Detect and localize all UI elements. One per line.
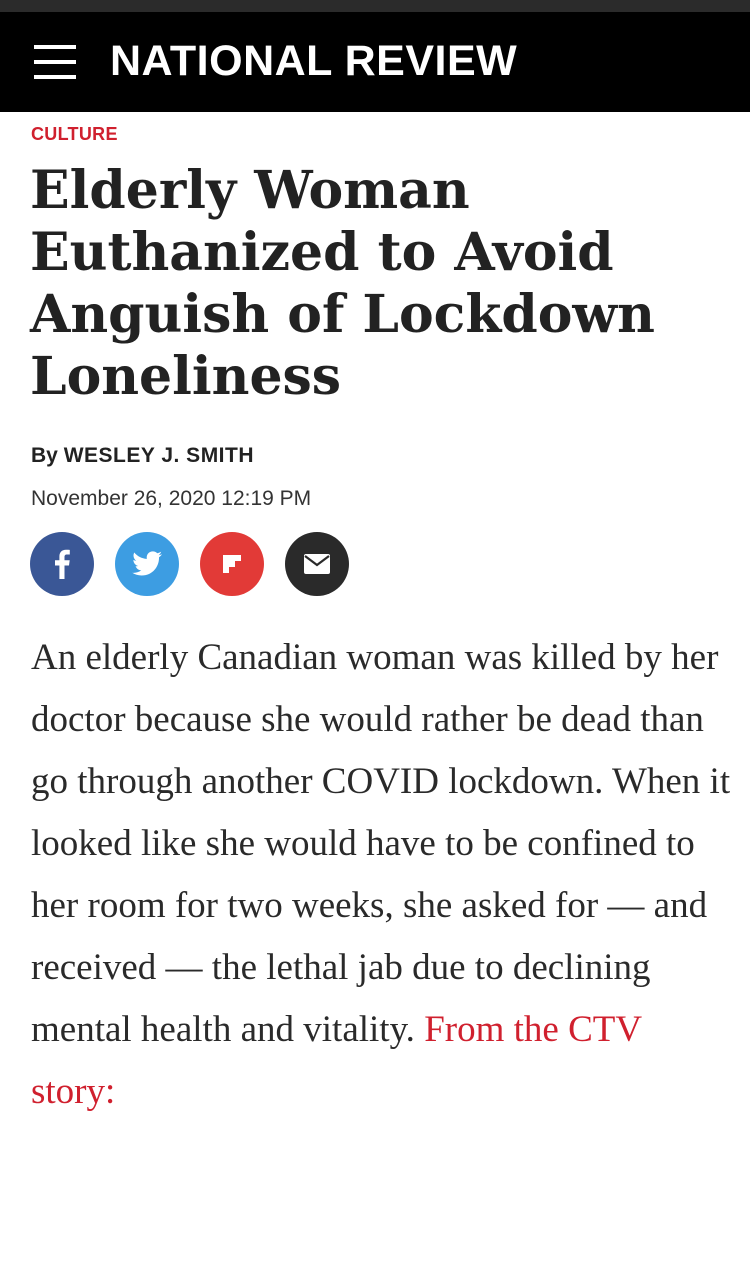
article-body: An elderly Canadian woman was killed by …	[31, 627, 731, 1123]
byline-prefix: By	[31, 444, 58, 467]
article-body-text: An elderly Canadian woman was killed by …	[31, 637, 731, 1050]
twitter-icon	[132, 551, 162, 576]
site-logo[interactable]: NATIONAL REVIEW	[110, 36, 517, 86]
byline: By WESLEY J. SMITH	[31, 443, 254, 469]
publish-date: November 26, 2020 12:19 PM	[31, 487, 312, 510]
site-header: NATIONAL REVIEW	[0, 12, 750, 112]
category-label[interactable]: CULTURE	[31, 123, 118, 145]
facebook-icon	[55, 549, 70, 579]
page: NATIONAL REVIEW CULTURE Elderly Woman Eu…	[0, 0, 750, 1265]
email-icon	[304, 554, 330, 574]
hamburger-menu-icon[interactable]	[34, 45, 76, 79]
flipboard-icon	[223, 555, 241, 573]
email-share-button[interactable]	[285, 532, 349, 596]
twitter-share-button[interactable]	[115, 532, 179, 596]
status-strip	[0, 0, 750, 12]
flipboard-share-button[interactable]	[200, 532, 264, 596]
author-link[interactable]: WESLEY J. SMITH	[64, 444, 254, 467]
article-headline: Elderly Woman Euthanized to Avoid Anguis…	[30, 160, 655, 407]
facebook-share-button[interactable]	[30, 532, 94, 596]
